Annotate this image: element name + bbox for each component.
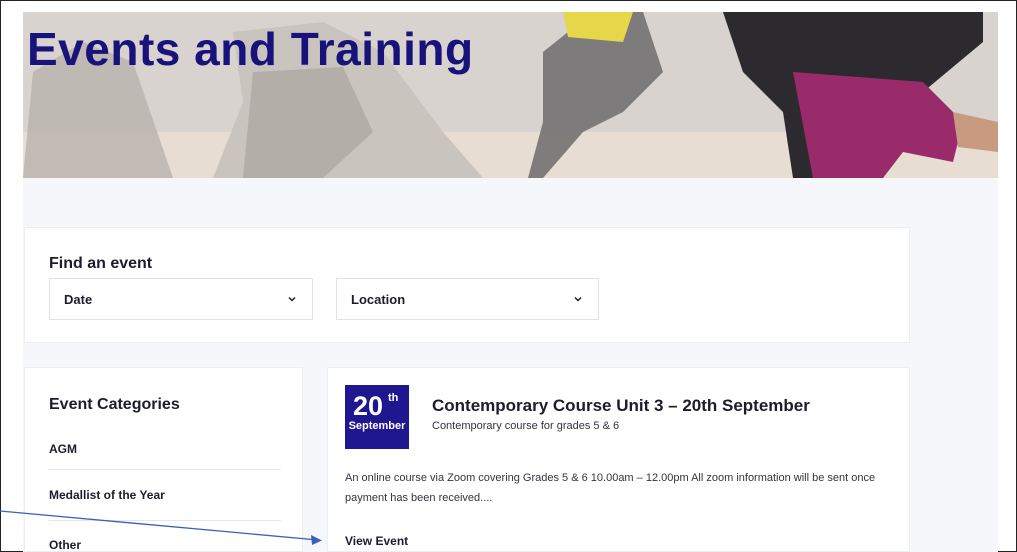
location-filter-label: Location <box>351 291 406 307</box>
event-categories-panel: Event Categories AGM Medallist of the Ye… <box>24 367 303 552</box>
view-event-link[interactable]: View Event <box>345 534 408 548</box>
find-event-panel: Find an event Date Location <box>24 227 910 343</box>
chevron-down-icon <box>574 296 582 302</box>
category-item-medallist[interactable]: Medallist of the Year <box>49 488 165 502</box>
find-event-heading: Find an event <box>49 255 153 272</box>
event-categories-heading: Event Categories <box>49 396 180 413</box>
event-date-month: September <box>348 420 406 432</box>
chevron-down-icon <box>288 296 296 302</box>
category-divider <box>49 469 281 470</box>
date-filter-label: Date <box>64 291 93 307</box>
category-item-other[interactable]: Other <box>49 538 81 552</box>
event-date-suffix: th <box>388 392 399 404</box>
event-date-badge: 20 th September <box>345 385 409 449</box>
page-title: Events and Training <box>27 23 474 75</box>
event-description: An online course via Zoom covering Grade… <box>345 472 876 504</box>
event-card: 20 th September Contemporary Course Unit… <box>327 367 910 552</box>
event-title[interactable]: Contemporary Course Unit 3 – 20th Septem… <box>432 396 810 416</box>
hero-banner: Events and Training <box>23 12 998 178</box>
category-divider <box>49 520 281 521</box>
event-subtitle: Contemporary course for grades 5 & 6 <box>432 420 620 432</box>
event-date-day: 20 <box>353 391 384 421</box>
category-item-agm[interactable]: AGM <box>49 442 77 456</box>
date-filter-select[interactable]: Date <box>49 278 313 320</box>
location-filter-select[interactable]: Location <box>336 278 599 320</box>
